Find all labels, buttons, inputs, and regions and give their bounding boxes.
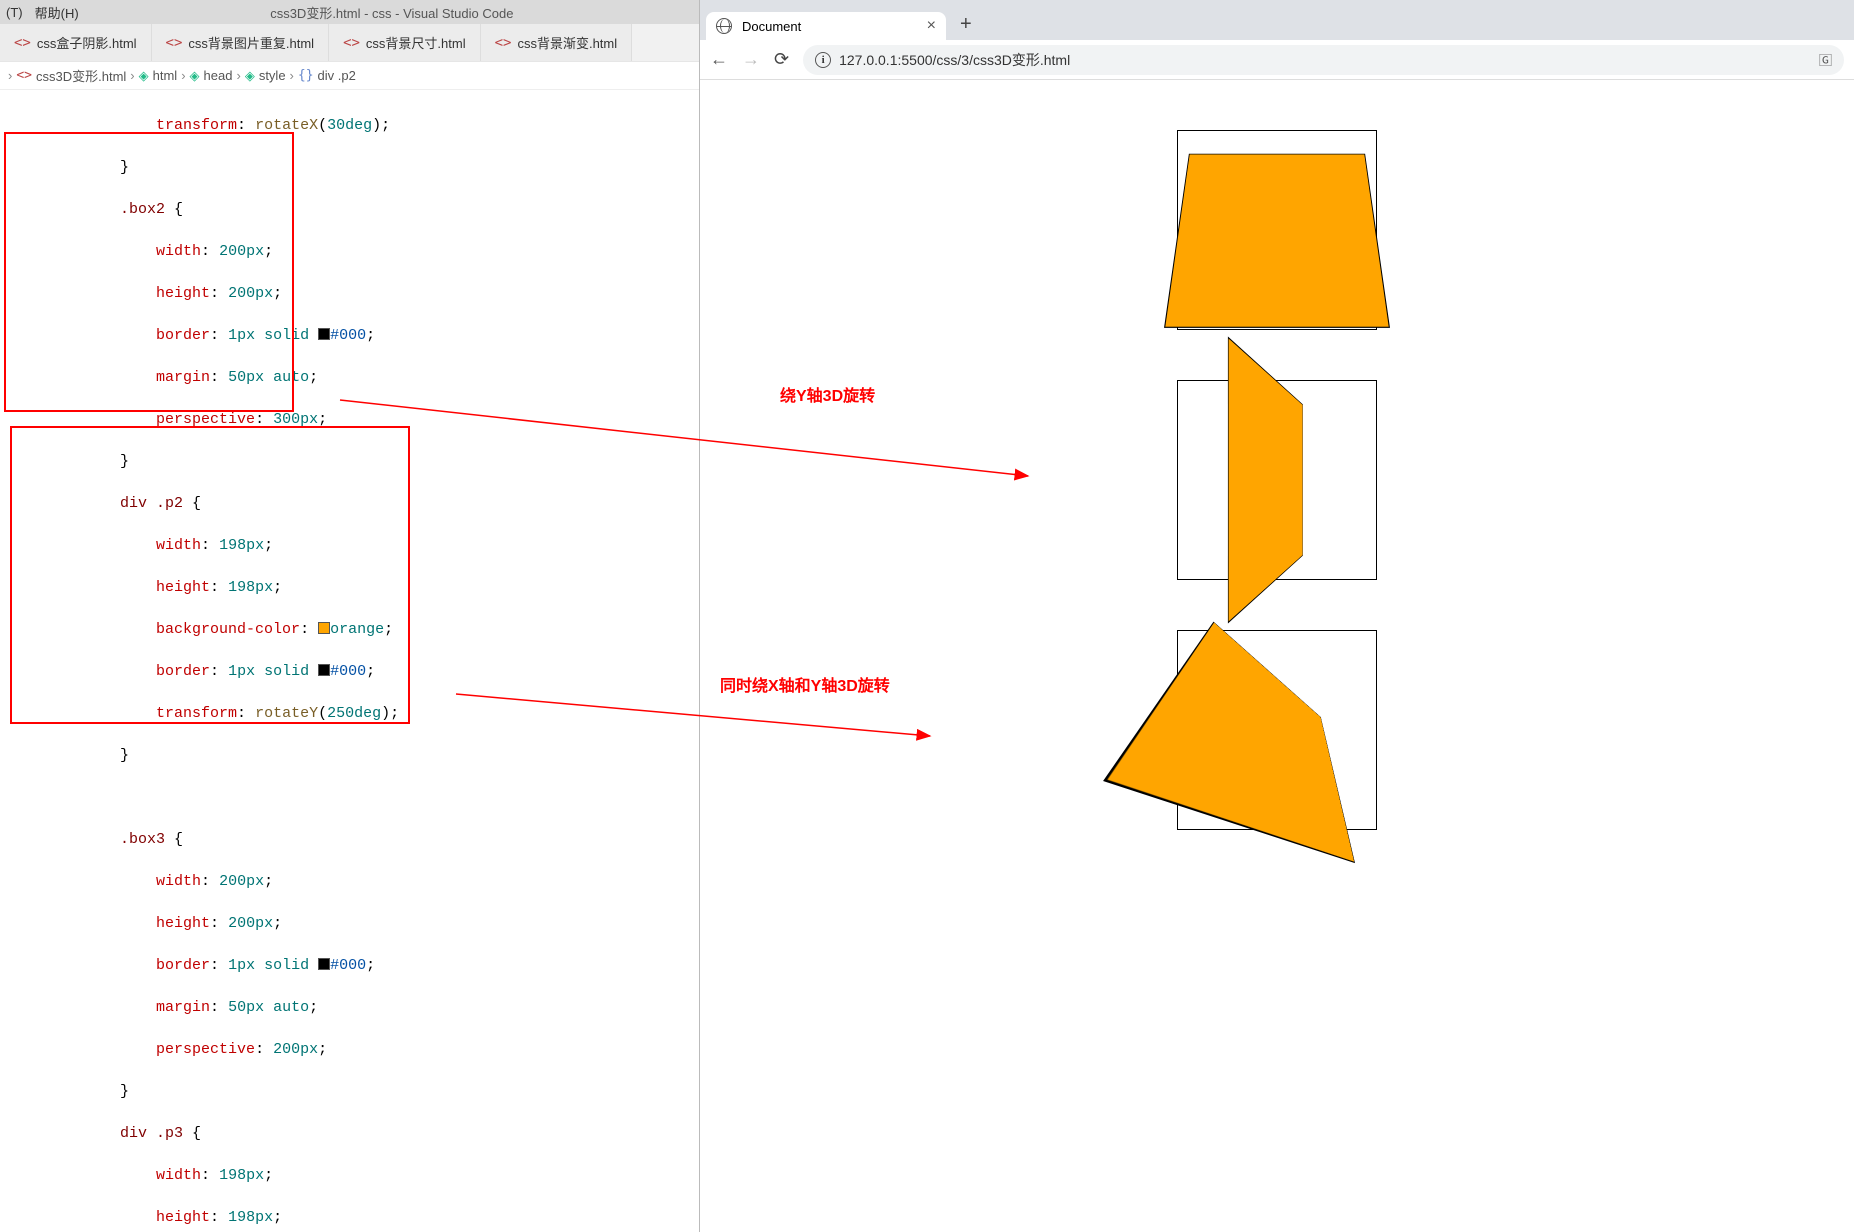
menu-item-t[interactable]: (T) [6,5,23,20]
html-file-icon: <> [166,35,183,51]
address-bar[interactable]: i 127.0.0.1:5500/css/3/css3D变形.html 🄶 [803,45,1844,75]
html-file-icon: <> [495,35,512,51]
html-file-icon: <> [14,35,31,51]
demo-p3 [1103,622,1355,864]
editor-tab[interactable]: <>css盒子阴影.html [0,24,152,61]
site-info-icon[interactable]: i [815,52,831,68]
color-swatch-icon [318,328,330,340]
demo-box3 [1177,630,1377,830]
demo-p1 [1164,154,1390,328]
element-icon: ◈ [139,68,149,84]
reload-button[interactable]: ⟳ [774,49,789,70]
editor-tabs: <>css盒子阴影.html <>css背景图片重复.html <>css背景尺… [0,24,699,62]
close-icon[interactable]: × [927,18,936,34]
html-file-icon: <> [343,35,360,51]
translate-icon[interactable]: 🄶 [1819,50,1832,69]
editor-tab[interactable]: <>css背景渐变.html [481,24,633,61]
forward-button[interactable]: → [742,49,760,70]
html-file-icon: <> [16,68,32,83]
demo-box1 [1177,130,1377,330]
demo-p2 [1228,337,1303,624]
globe-icon [716,18,732,34]
browser-tab-title: Document [742,19,801,34]
browser-toolbar: ← → ⟳ i 127.0.0.1:5500/css/3/css3D变形.htm… [700,40,1854,80]
color-swatch-icon [318,664,330,676]
color-swatch-icon [318,622,330,634]
browser-tabstrip: Document × + [700,0,1854,40]
new-tab-button[interactable]: + [954,13,978,40]
breadcrumb[interactable]: › <> css3D变形.html › ◈ html › ◈ head › ◈ … [0,62,699,90]
color-swatch-icon [318,958,330,970]
code-editor[interactable]: transform: rotateX(30deg); } .box2 { wid… [0,90,699,1232]
menu-item-help[interactable]: 帮助(H) [35,3,79,22]
annotation-label-1: 绕Y轴3D旋转 [780,382,875,406]
editor-tab[interactable]: <>css背景尺寸.html [329,24,481,61]
annotation-label-2: 同时绕X轴和Y轴3D旋转 [720,672,890,696]
vscode-titlebar: (T) 帮助(H) css3D变形.html - css - Visual St… [0,0,699,24]
selector-icon: {} [298,68,314,83]
browser-tab[interactable]: Document × [706,12,946,40]
back-button[interactable]: ← [710,49,728,70]
editor-tab[interactable]: <>css背景图片重复.html [152,24,330,61]
vscode-window: (T) 帮助(H) css3D变形.html - css - Visual St… [0,0,700,1232]
url-text: 127.0.0.1:5500/css/3/css3D变形.html [839,50,1070,70]
browser-window: Document × + ← → ⟳ i 127.0.0.1:5500/css/… [700,0,1854,1232]
element-icon: ◈ [190,68,200,84]
window-title: css3D变形.html - css - Visual Studio Code [91,3,693,22]
page-viewport [700,80,1854,1232]
element-icon: ◈ [245,68,255,84]
demo-box2 [1177,380,1377,580]
